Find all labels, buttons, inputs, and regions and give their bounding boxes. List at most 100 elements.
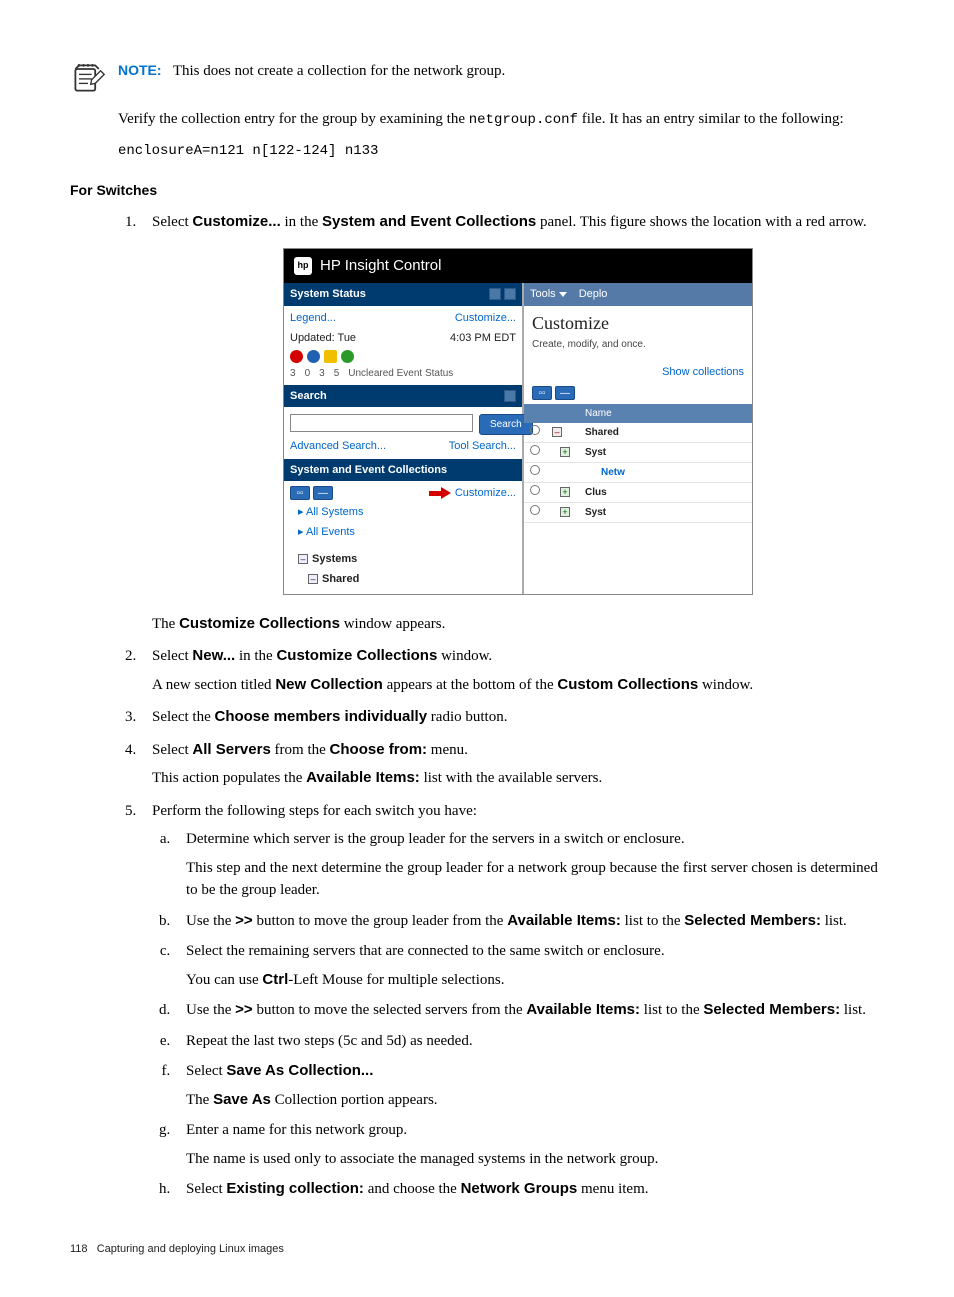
collapse-all-icon[interactable]: — <box>313 486 333 500</box>
note-text: This does not create a collection for th… <box>173 63 505 79</box>
customize-subtitle: Create, modify, and once. <box>524 337 752 358</box>
plus-icon: + <box>560 447 570 457</box>
tools-menu[interactable]: Tools <box>530 286 567 303</box>
step-1: Select Customize... in the System and Ev… <box>140 211 884 635</box>
updated-label: Updated: Tue <box>290 330 356 347</box>
collapse-icon[interactable] <box>504 288 516 300</box>
step-5g: Enter a name for this network group. The… <box>174 1119 884 1170</box>
customize-link-target[interactable]: Customize... <box>455 485 516 502</box>
plus-icon: + <box>560 487 570 497</box>
panel-header-icons <box>489 288 516 300</box>
tree-toggle-icons: ▫▫ — <box>290 486 333 500</box>
screenshot-wrap: hp HP Insight Control System Status <box>152 248 884 595</box>
plus-icon: + <box>560 507 570 517</box>
sc-right: Tools Deplo Customize Create, modify, an… <box>524 283 752 594</box>
search-header: Search <box>284 385 522 408</box>
step-2-detail: A new section titled New Collection appe… <box>152 674 884 697</box>
right-toolbar: Tools Deplo <box>524 283 752 306</box>
name-header: Name <box>579 404 752 423</box>
show-collections-link[interactable]: Show collections <box>524 358 752 387</box>
deploy-menu[interactable]: Deplo <box>579 286 608 303</box>
search-label: Search <box>290 388 327 405</box>
sc-body: System Status Legend... Customize... <box>284 283 752 594</box>
s1-panel: System and Event Collections <box>322 213 536 230</box>
step-5f: Select Save As Collection... The Save As… <box>174 1060 884 1111</box>
systems-node[interactable]: –Systems <box>290 549 516 570</box>
step-5e: Repeat the last two steps (5c and 5d) as… <box>174 1030 884 1053</box>
step-5a-detail: This step and the next determine the gro… <box>186 857 884 902</box>
screenshot: hp HP Insight Control System Status <box>283 248 753 595</box>
step-5f-detail: The Save As Collection portion appears. <box>186 1089 884 1112</box>
shared-node[interactable]: –Shared <box>290 569 516 590</box>
normal-icon[interactable] <box>341 350 354 363</box>
s1-mid: in the <box>281 214 322 230</box>
step-5c-detail: You can use Ctrl-Left Mouse for multiple… <box>186 969 884 992</box>
legend-link[interactable]: Legend... <box>290 310 336 327</box>
verify-paragraph: Verify the collection entry for the grou… <box>118 108 884 131</box>
collapse-all-icon[interactable]: — <box>555 386 575 400</box>
radio-icon[interactable] <box>530 465 540 475</box>
step-2: Select New... in the Customize Collectio… <box>140 645 884 696</box>
step-5d: Use the >> button to move the selected s… <box>174 999 884 1022</box>
customize-title: Customize <box>524 306 752 337</box>
count-0: 3 <box>290 366 296 381</box>
table-row[interactable]: +Syst <box>524 503 752 523</box>
advanced-search-link[interactable]: Advanced Search... <box>290 438 386 455</box>
minus-icon: – <box>308 574 318 584</box>
expand-all-icon[interactable]: ▫▫ <box>290 486 310 500</box>
expand-all-icon[interactable]: ▫▫ <box>532 386 552 400</box>
tool-search-link[interactable]: Tool Search... <box>449 438 516 455</box>
minor-icon[interactable] <box>324 350 337 363</box>
page-footer: 118 Capturing and deploying Linux images <box>70 1241 884 1258</box>
maximize-icon[interactable] <box>489 288 501 300</box>
customize-link[interactable]: Customize... <box>455 310 516 327</box>
table-row[interactable]: –Shared <box>524 423 752 443</box>
radio-icon[interactable] <box>530 445 540 455</box>
for-switches-heading: For Switches <box>70 180 884 201</box>
sec-label: System and Event Collections <box>290 462 447 479</box>
note-icon <box>70 60 106 96</box>
major-icon[interactable] <box>307 350 320 363</box>
step-5g-detail: The name is used only to associate the m… <box>186 1148 884 1171</box>
numbered-steps: Select Customize... in the System and Ev… <box>118 211 884 1201</box>
minus-icon: – <box>298 554 308 564</box>
step-5h: Select Existing collection: and choose t… <box>174 1178 884 1201</box>
chevron-down-icon <box>559 292 567 297</box>
step-5-substeps: Determine which server is the group lead… <box>152 828 884 1201</box>
verify-filename: netgroup.conf <box>469 112 578 128</box>
collapse-icon[interactable] <box>504 390 516 402</box>
system-status-header: System Status <box>284 283 522 306</box>
status-counts: 3 0 3 5 Uncleared Event Status <box>290 366 516 381</box>
all-systems-link[interactable]: ▸ All Systems <box>290 502 516 523</box>
footer-title: Capturing and deploying Linux images <box>97 1243 284 1255</box>
after-screenshot-text: The Customize Collections window appears… <box>152 613 884 636</box>
page-number: 118 <box>70 1243 88 1255</box>
radio-icon[interactable] <box>530 505 540 515</box>
uncleared-label: Uncleared Event Status <box>348 366 453 381</box>
count-2: 3 <box>319 366 325 381</box>
minus-icon: – <box>552 427 562 437</box>
step-5a: Determine which server is the group lead… <box>174 828 884 902</box>
table-row[interactable]: Netw <box>524 463 752 483</box>
radio-icon[interactable] <box>530 425 540 435</box>
note-block: NOTE: This does not create a collection … <box>70 60 884 96</box>
radio-icon[interactable] <box>530 485 540 495</box>
collections-table: Name –Shared +Syst Netw +Clus +Syst <box>524 404 752 523</box>
code-line: enclosureA=n121 n[122-124] n133 <box>118 141 884 162</box>
search-input[interactable] <box>290 414 473 432</box>
sc-left: System Status Legend... Customize... <box>284 283 524 594</box>
red-arrow-icon <box>429 487 451 499</box>
all-events-link[interactable]: ▸ All Events <box>290 522 516 543</box>
critical-icon[interactable] <box>290 350 303 363</box>
step-5-intro: Perform the following steps for each swi… <box>152 803 477 819</box>
updated-time: 4:03 PM EDT <box>450 330 516 347</box>
sec-body: ▫▫ — Customize... ▸ All Systems ▸ All Ev… <box>284 481 522 594</box>
sc-title: HP Insight Control <box>320 255 441 278</box>
sys-status-label: System Status <box>290 286 366 303</box>
table-row[interactable]: +Syst <box>524 443 752 463</box>
tree-toggle-icons-right: ▫▫ — <box>532 386 744 400</box>
hp-logo-icon: hp <box>294 257 312 275</box>
table-row[interactable]: +Clus <box>524 483 752 503</box>
system-status-body: Legend... Customize... Updated: Tue 4:03… <box>284 306 522 385</box>
search-body: Search Advanced Search... Tool Search... <box>284 407 522 459</box>
